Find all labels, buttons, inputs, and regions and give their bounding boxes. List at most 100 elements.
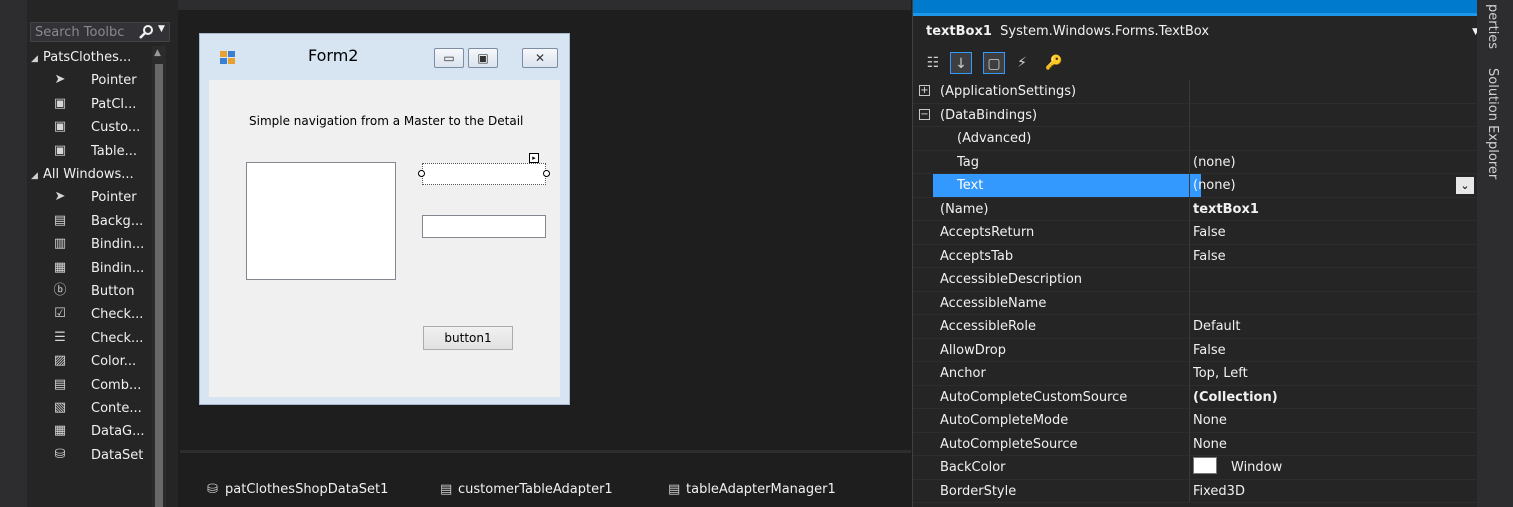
property-value[interactable]: (none)	[1193, 174, 1463, 198]
property-row[interactable]: (Name) textBox1	[913, 197, 1476, 222]
property-value[interactable]: Top, Left	[1193, 362, 1463, 386]
column-divider[interactable]	[1189, 432, 1190, 456]
toolbox-item[interactable]: ▣ PatCl...	[31, 93, 149, 116]
scroll-up-icon[interactable]: ▲	[154, 48, 161, 58]
property-row[interactable]: BorderStyle Fixed3D	[913, 479, 1476, 504]
property-row[interactable]: − (DataBindings)	[913, 103, 1476, 127]
toolbox-item[interactable]: ▨ Color...	[31, 350, 149, 373]
tray-component[interactable]: ▤ customerTableAdapter1	[440, 479, 613, 501]
column-divider[interactable]	[1189, 315, 1190, 339]
property-row[interactable]: Tag (none)	[913, 150, 1476, 175]
property-row[interactable]: AccessibleRole Default	[913, 315, 1476, 339]
toolbox-item[interactable]: ▥ Bindin...	[31, 233, 149, 256]
property-value[interactable]: (Collection)	[1193, 386, 1463, 410]
smart-tag-icon[interactable]: ▸	[529, 153, 539, 163]
resize-handle-right[interactable]	[543, 170, 550, 177]
property-row[interactable]: Anchor Top, Left	[913, 362, 1476, 386]
listbox[interactable]	[246, 162, 396, 280]
property-row[interactable]: AutoCompleteSource None	[913, 432, 1476, 457]
property-value[interactable]: False	[1193, 339, 1463, 363]
column-divider[interactable]	[1189, 221, 1190, 245]
property-value[interactable]: False	[1193, 221, 1463, 245]
properties-icon[interactable]: ▢	[983, 52, 1005, 74]
property-value[interactable]: textBox1	[1193, 198, 1463, 222]
tray-component[interactable]: ⛁ patClothesShopDataSet1	[207, 479, 388, 501]
collapse-icon[interactable]: −	[919, 108, 930, 120]
tab-solution-explorer[interactable]: Solution Explorer	[1485, 68, 1500, 179]
toolbox-item[interactable]: ▦ Bindin...	[31, 257, 149, 280]
toolbox-item[interactable]: ▧ Conte...	[31, 397, 149, 420]
property-row[interactable]: Text (none) ⌄	[913, 174, 1476, 198]
property-value[interactable]: (none)	[1193, 151, 1463, 175]
scroll-thumb[interactable]	[155, 64, 163, 507]
property-value[interactable]: None	[1193, 433, 1463, 457]
column-divider[interactable]	[1189, 291, 1190, 315]
toolbox-item[interactable]: ▣ Table...	[31, 140, 149, 163]
property-row[interactable]: AcceptsTab False	[913, 244, 1476, 269]
column-divider[interactable]	[1189, 80, 1190, 104]
tab-properties[interactable]: perties	[1485, 4, 1500, 49]
column-divider[interactable]	[1189, 362, 1190, 386]
close-button[interactable]: ✕	[522, 48, 558, 68]
toolbox-item[interactable]: ▤ Backg...	[31, 210, 149, 233]
property-value[interactable]: False	[1193, 245, 1463, 269]
column-divider[interactable]	[1189, 338, 1190, 362]
form-titlebar[interactable]: Form2 ▭ ▣ ✕	[200, 34, 569, 80]
toolbox-scrollbar[interactable]: ▲	[152, 46, 166, 507]
collapse-triangle-icon[interactable]: ◢	[31, 48, 43, 69]
maximize-button[interactable]: ▣	[468, 48, 498, 68]
events-icon[interactable]: ⚡	[1011, 52, 1033, 74]
toolbox-category[interactable]: ◢ PatsClothes...	[31, 46, 149, 69]
form2-window[interactable]: Form2 ▭ ▣ ✕ Simple navigation from a Mas…	[199, 33, 570, 405]
property-row[interactable]: AccessibleDescription	[913, 268, 1476, 292]
property-value[interactable]: Window	[1193, 456, 1463, 480]
minimize-button[interactable]: ▭	[434, 48, 464, 68]
column-divider[interactable]	[1189, 385, 1190, 409]
button1[interactable]: button1	[423, 326, 513, 350]
search-icon[interactable]	[139, 24, 155, 40]
alphabetical-icon[interactable]: ↓	[950, 52, 972, 74]
toolbox-item[interactable]: ▤ Comb...	[31, 374, 149, 397]
property-row[interactable]: AccessibleName	[913, 291, 1476, 315]
property-row[interactable]: + (ApplicationSettings)	[913, 80, 1476, 104]
column-divider[interactable]	[1189, 127, 1190, 151]
column-divider[interactable]	[1189, 174, 1190, 198]
property-value[interactable]: Default	[1193, 315, 1463, 339]
object-selector[interactable]: textBox1 System.Windows.Forms.TextBox ▼	[913, 19, 1489, 45]
toolbox-search-box[interactable]: Search Toolbc ▼	[30, 22, 170, 42]
toolbox-item[interactable]: ➤ Pointer	[31, 186, 149, 209]
property-value[interactable]: None	[1193, 409, 1463, 433]
property-row[interactable]: AutoCompleteCustomSource (Collection)	[913, 385, 1476, 410]
expand-icon[interactable]: +	[919, 85, 930, 96]
column-divider[interactable]	[1189, 244, 1190, 268]
toolbox-item[interactable]: ☑ Check...	[31, 303, 149, 326]
property-row[interactable]: AcceptsReturn False	[913, 221, 1476, 245]
toolbox-category[interactable]: ◢ All Windows...	[31, 163, 149, 186]
column-divider[interactable]	[1189, 268, 1190, 292]
categorized-icon[interactable]: ☷	[922, 52, 944, 74]
textbox1-selected[interactable]	[422, 163, 546, 185]
property-pages-icon[interactable]: 🔑	[1043, 52, 1065, 74]
property-value[interactable]: Fixed3D	[1193, 480, 1463, 504]
toolbox-item[interactable]: ▦ DataG...	[31, 420, 149, 443]
column-divider[interactable]	[1189, 150, 1190, 174]
toolbox-item[interactable]: ▣ Custo...	[31, 116, 149, 139]
property-row[interactable]: AllowDrop False	[913, 338, 1476, 363]
property-row[interactable]: BackColor Window	[913, 456, 1476, 480]
property-row[interactable]: AutoCompleteMode None	[913, 409, 1476, 433]
tray-component[interactable]: ▤ tableAdapterManager1	[668, 479, 836, 501]
column-divider[interactable]	[1189, 479, 1190, 503]
form-caption-label[interactable]: Simple navigation from a Master to the D…	[249, 114, 523, 128]
property-row[interactable]: (Advanced)	[913, 127, 1476, 151]
toolbox-item[interactable]: ⛁ DataSet	[31, 444, 149, 467]
collapse-triangle-icon[interactable]: ◢	[31, 165, 43, 186]
resize-handle-left[interactable]	[418, 170, 425, 177]
column-divider[interactable]	[1189, 409, 1190, 433]
chevron-down-icon[interactable]: ▼	[158, 24, 165, 34]
toolbox-item[interactable]: ➤ Pointer	[31, 69, 149, 92]
toolbox-item[interactable]: ⓑ Button	[31, 280, 149, 303]
chevron-down-icon[interactable]: ⌄	[1456, 177, 1474, 194]
toolbox-item[interactable]: ☰ Check...	[31, 327, 149, 350]
column-divider[interactable]	[1189, 456, 1190, 480]
column-divider[interactable]	[1189, 197, 1190, 221]
